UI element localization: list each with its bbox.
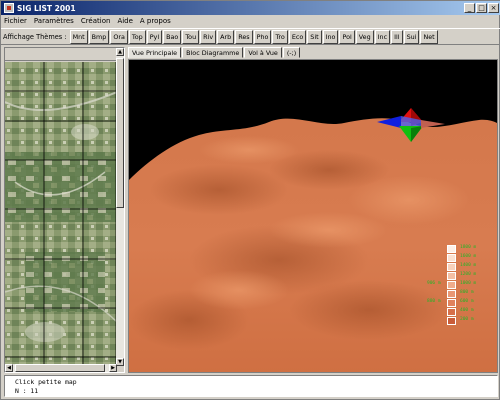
view-tabs: Vue Principale Bloc Diagramme Vol à Vue … [128,47,301,58]
theme-button-bao[interactable]: Bao [163,29,182,44]
mini-map-header [5,48,117,61]
scroll-down-arrow-icon[interactable]: ▼ [116,358,124,366]
horizontal-scroll-thumb[interactable] [15,364,105,372]
tab-vue-principale[interactable]: Vue Principale [128,47,182,58]
theme-button-sit[interactable]: Sit [307,29,322,44]
menu-a-propos[interactable]: A propos [140,17,171,25]
maximize-button[interactable]: □ [476,3,487,13]
close-button[interactable]: × [488,3,499,13]
vertical-scroll-thumb[interactable] [116,58,124,208]
theme-button-net[interactable]: Net [420,29,438,44]
legend-swatch [447,308,456,316]
legend-swatch [447,263,456,271]
menu-aide[interactable]: Aide [117,17,132,25]
legend-swatch [447,245,456,253]
legend-swatch [447,254,456,262]
window-title: SIG LIST 2001 [17,3,76,13]
legend-value: 800 m [460,290,474,295]
scroll-up-arrow-icon[interactable]: ▲ [116,48,124,56]
legend-value: 200 m [460,317,474,322]
legend-swatch [447,272,456,280]
legend-value: 1200 m [460,272,477,277]
tab-vol-a-vue[interactable]: Vol à Vue [244,47,282,58]
theme-button-bmp[interactable]: Bmp [88,29,110,44]
mini-map-horizontal-scrollbar[interactable]: ◀ ▶ [5,364,117,372]
title-bar: SIG LIST 2001 _ □ × [1,1,500,15]
theme-button-ino[interactable]: Ino [322,29,339,44]
legend-swatch [447,299,456,307]
window-controls: _ □ × [464,3,499,13]
status-line-2: N : 11 [15,387,39,395]
legend-swatch [447,290,456,298]
3d-terrain-view[interactable]: 1800 m 1600 m 1400 m 1200 m 1000 m 800 m… [128,59,498,373]
theme-button-mnt[interactable]: Mnt [69,29,88,44]
legend-marker-value: 880 m [427,299,441,304]
theme-button-arb[interactable]: Arb [217,29,235,44]
theme-button-top[interactable]: Top [128,29,146,44]
theme-toolbar: Affichage Thèmes : Mnt Bmp Ora Top Pyl B… [1,28,500,45]
satellite-image [5,62,117,366]
minimize-button[interactable]: _ [464,3,475,13]
menu-creation[interactable]: Création [81,17,111,25]
satellite-mini-map[interactable] [5,62,117,366]
app-icon [4,3,14,13]
scroll-right-arrow-icon[interactable]: ▶ [109,364,117,372]
theme-button-sui[interactable]: Sui [403,29,420,44]
legend-value: 1600 m [460,254,477,259]
theme-button-veg[interactable]: Veg [355,29,374,44]
legend-value: 400 m [460,308,474,313]
mini-map-panel: ▲ ▼ ◀ ▶ [4,47,125,373]
status-line-1: Click petite map [15,378,77,386]
legend-value: 1000 m [460,281,477,286]
legend-swatch [447,317,456,325]
tab-bloc-diagramme[interactable]: Bloc Diagramme [182,47,244,58]
scroll-left-arrow-icon[interactable]: ◀ [5,364,13,372]
legend-value: 1400 m [460,263,477,268]
theme-button-pol[interactable]: Pol [339,29,355,44]
legend-value: 1800 m [460,245,477,250]
tab-extra[interactable]: (-;) [282,47,301,58]
altitude-legend: 1800 m 1600 m 1400 m 1200 m 1000 m 800 m… [427,245,497,325]
menu-bar: Fichier Paramètres Création Aide A propo… [1,15,500,27]
theme-button-tou[interactable]: Tou [182,29,200,44]
theme-button-inc[interactable]: Inc [374,29,391,44]
legend-value: 600 m [460,299,474,304]
theme-button-eco[interactable]: Eco [288,29,307,44]
terrain-render [129,60,497,372]
status-console: Click petite map N : 11 [4,375,498,397]
theme-button-res[interactable]: Res [235,29,253,44]
mini-map-vertical-scrollbar[interactable]: ▲ ▼ [116,48,124,366]
theme-button-ora[interactable]: Ora [110,29,128,44]
legend-marker-value: 906 m [427,281,441,286]
theme-button-pyl[interactable]: Pyl [146,29,163,44]
theme-button-tro[interactable]: Tro [272,29,288,44]
theme-button-pho[interactable]: Pho [253,29,272,44]
theme-button-ill[interactable]: Ill [391,29,403,44]
theme-button-riv[interactable]: Riv [200,29,217,44]
app-window: SIG LIST 2001 _ □ × Fichier Paramètres C… [0,0,500,400]
legend-swatch [447,281,456,289]
menu-fichier[interactable]: Fichier [4,17,27,25]
menu-parametres[interactable]: Paramètres [34,17,74,25]
theme-label: Affichage Thèmes : [3,32,67,41]
